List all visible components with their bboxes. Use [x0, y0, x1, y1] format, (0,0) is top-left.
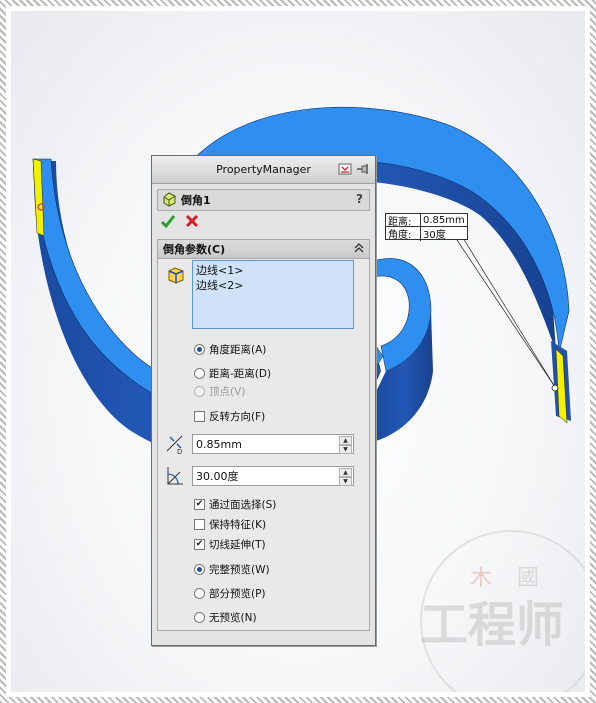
feature-header: 倒角1 ? [157, 189, 370, 211]
edges-selection-box[interactable]: 边线<1> 边线<2> [192, 260, 354, 329]
radio-no-preview[interactable]: 无预览(N) [194, 610, 257, 625]
selection-item[interactable]: 边线<2> [196, 278, 353, 293]
x-cross-icon [185, 214, 199, 228]
feature-name: 倒角1 [181, 194, 211, 207]
radio-vertex: 顶点(V) [194, 384, 245, 399]
angle-spinner[interactable]: ▲ ▼ [339, 468, 352, 486]
angle-input[interactable]: 30.00度 ▲ ▼ [192, 466, 354, 486]
distance-spinner[interactable]: ▲ ▼ [339, 436, 352, 454]
help-icon[interactable]: ? [356, 192, 363, 206]
checkbox-tangent-propagation[interactable]: ✔ 切线延伸(T) [194, 537, 266, 552]
watermark-text: 工程师 [420, 597, 565, 653]
selection-item[interactable]: 边线<1> [196, 263, 353, 278]
chamfer-feature-icon [161, 191, 177, 210]
property-manager-title-bar: PropertyManager [152, 156, 375, 184]
radio-distance-distance[interactable]: 距离-距离(D) [194, 366, 271, 381]
expand-panel-icon[interactable] [337, 162, 353, 176]
property-manager-panel: PropertyManager 倒角1 ? 倒角参数(C) 边线<1> 边线<2… [151, 155, 376, 646]
checkbox-keep-features[interactable]: 保持特征(K) [194, 517, 266, 532]
callout-distance-value[interactable]: 0.85mm [421, 215, 467, 226]
checkmark-icon [160, 215, 176, 229]
property-manager-title: PropertyManager [216, 163, 311, 176]
leader-end-dot [551, 384, 559, 392]
radio-full-preview[interactable]: 完整预览(W) [194, 562, 270, 577]
edge-selection-icon [166, 265, 186, 289]
distance-icon: D [164, 433, 186, 459]
checkbox-select-through-faces[interactable]: ✔ 通过面选择(S) [194, 497, 276, 512]
callout-angle-value[interactable]: 30度 [421, 226, 467, 241]
collapse-chevron-icon[interactable] [354, 242, 364, 257]
dimension-callout[interactable]: 距离: 0.85mm 角度: 30度 [385, 212, 468, 241]
svg-text:D: D [177, 448, 182, 455]
distance-input[interactable]: 0.85mm ▲ ▼ [192, 434, 354, 454]
pin-icon[interactable] [355, 162, 371, 176]
checkbox-flip-direction[interactable]: 反转方向(F) [194, 409, 265, 424]
angle-icon [164, 465, 186, 491]
radio-partial-preview[interactable]: 部分预览(P) [194, 586, 266, 601]
ok-cancel-row [152, 211, 375, 235]
group-title: 倒角参数(C) [163, 243, 226, 256]
chamfer-parameters-group: 倒角参数(C) 边线<1> 边线<2> 角度距离(A) 距离-距离(D) 顶点(… [157, 239, 370, 631]
callout-angle-label: 角度: [386, 225, 421, 241]
radio-angle-distance[interactable]: 角度距离(A) [194, 342, 266, 357]
group-header[interactable]: 倒角参数(C) [158, 240, 369, 259]
cancel-button[interactable] [184, 213, 200, 233]
ok-button[interactable] [160, 213, 176, 233]
